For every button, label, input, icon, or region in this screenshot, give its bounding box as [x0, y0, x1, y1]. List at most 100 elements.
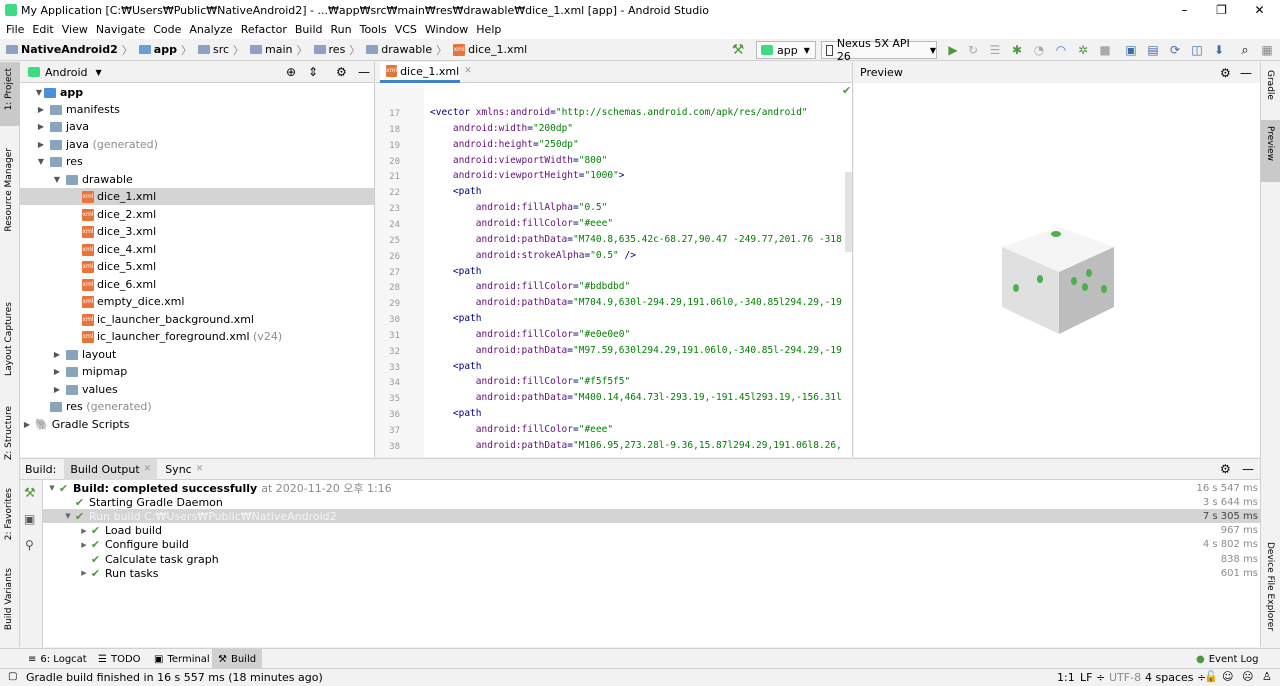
chevron-right-icon[interactable]: ▶	[79, 541, 89, 549]
menu-vcs[interactable]: VCS	[391, 23, 421, 36]
tree-item-ic-launcher-foreground[interactable]: xml ic_launcher_foreground.xml (v24)	[20, 328, 374, 345]
chevron-down-icon[interactable]: ▼	[47, 484, 57, 492]
settings-icon[interactable]: ▦	[1260, 41, 1274, 59]
close-tab-icon[interactable]: ✕	[464, 66, 472, 76]
apply-changes-icon[interactable]: ☰	[988, 41, 1002, 59]
tree-item-drawable[interactable]: ▼ drawable	[20, 171, 374, 188]
gear-icon[interactable]: ⚙	[1220, 462, 1231, 476]
avd-manager-icon[interactable]: ▤	[1146, 41, 1160, 59]
indent-setting[interactable]: 4 spaces ÷	[1145, 671, 1206, 684]
tree-item-dice-2[interactable]: xml dice_2.xml	[20, 206, 374, 223]
breadcrumb-res[interactable]: res 〉	[313, 42, 360, 58]
hide-panel-icon[interactable]: —	[358, 65, 370, 79]
menu-refactor[interactable]: Refactor	[237, 23, 291, 36]
tree-item-layout[interactable]: ▶ layout	[20, 346, 374, 363]
menu-analyze[interactable]: Analyze	[185, 23, 236, 36]
code-line[interactable]: android:pathData="M97.59,630l294.29,191.…	[430, 345, 842, 356]
rerun-icon[interactable]: ↻	[966, 41, 980, 59]
code-line[interactable]: android:fillAlpha="0.5"	[430, 202, 608, 213]
tab-build-output[interactable]: Build Output ✕	[64, 458, 158, 480]
file-encoding[interactable]: UTF-8	[1109, 671, 1141, 684]
tree-item-dice-6[interactable]: xml dice_6.xml	[20, 276, 374, 293]
device-monitor-icon[interactable]: ◫	[1190, 41, 1204, 59]
lock-icon[interactable]: 🔓	[1204, 670, 1218, 683]
close-tab-icon[interactable]: ✕	[196, 464, 204, 474]
build-output-row[interactable]: ▶ ✔ Configure build 4 s 802 ms	[43, 538, 1260, 552]
tree-item-gradle-scripts[interactable]: ▶ 🐘 Gradle Scripts	[20, 416, 374, 433]
code-line[interactable]: android:height="250dp"	[430, 139, 579, 150]
code-line[interactable]: android:strokeAlpha="0.5" />	[430, 250, 636, 261]
menu-window[interactable]: Window	[421, 23, 472, 36]
project-view-mode[interactable]: Android	[45, 66, 88, 79]
menu-run[interactable]: Run	[327, 23, 356, 36]
tab-sync[interactable]: Sync ✕	[165, 463, 203, 476]
build-output-row[interactable]: ✔ Calculate task graph 838 ms	[43, 552, 1260, 566]
code-line[interactable]: <path	[430, 361, 482, 372]
gear-icon[interactable]: ⚙	[1220, 66, 1231, 80]
breadcrumb-project[interactable]: NativeAndroid2 〉	[6, 42, 133, 58]
close-tab-icon[interactable]: ✕	[144, 464, 152, 474]
code-line[interactable]: android:pathData="M740.8,635.42c-68.27,9…	[430, 234, 842, 245]
tree-item-dice-1[interactable]: xml dice_1.xml	[20, 188, 374, 205]
favorites-tab[interactable]: 2: Favorites	[4, 488, 14, 540]
breadcrumb-file[interactable]: xml dice_1.xml	[453, 43, 527, 56]
tree-item-dice-3[interactable]: xml dice_3.xml	[20, 223, 374, 240]
code-line[interactable]: <path	[430, 313, 482, 324]
tab-todo[interactable]: ☰ TODO	[98, 649, 141, 669]
line-separator[interactable]: LF ÷	[1080, 671, 1105, 684]
build-hammer-icon[interactable]: ⚒	[24, 486, 36, 501]
make-project-hammer-icon[interactable]: ⚒	[730, 41, 746, 59]
pin-icon[interactable]: ⚲	[25, 538, 34, 552]
chevron-down-icon[interactable]: ▼	[96, 68, 102, 77]
breadcrumb-app[interactable]: app 〉	[138, 42, 192, 58]
tree-item-app[interactable]: ▼ app	[20, 84, 374, 101]
gradle-tab[interactable]: Gradle	[1265, 70, 1275, 100]
close-button[interactable]: ✕	[1241, 0, 1278, 20]
gear-icon[interactable]: ⚙	[336, 65, 347, 79]
coverage-icon[interactable]: ◔	[1032, 41, 1046, 59]
tree-item-dice-5[interactable]: xml dice_5.xml	[20, 258, 374, 275]
caret-position[interactable]: 1:1	[1057, 671, 1075, 684]
tree-item-ic-launcher-background[interactable]: xml ic_launcher_background.xml	[20, 311, 374, 328]
menu-file[interactable]: File	[2, 23, 28, 36]
code-line[interactable]: android:pathData="M106.95,273.28l-9.36,1…	[430, 440, 842, 451]
layout-captures-tab[interactable]: Layout Captures	[4, 302, 14, 376]
menu-edit[interactable]: Edit	[28, 23, 57, 36]
code-line[interactable]: android:viewportWidth="800"	[430, 155, 607, 166]
toggle-view-icon[interactable]: ▣	[24, 512, 35, 526]
chevron-right-icon[interactable]: ▶	[79, 527, 89, 535]
resource-manager-tab[interactable]: Resource Manager	[4, 148, 14, 232]
locate-file-icon[interactable]: ⊕	[286, 65, 296, 79]
build-output-row[interactable]: ▶ ✔ Load build 967 ms	[43, 524, 1260, 538]
code-line[interactable]: android:fillColor="#e0e0e0"	[430, 329, 630, 340]
tree-item-manifests[interactable]: ▶ manifests	[20, 101, 374, 118]
chevron-right-icon[interactable]: ▶	[79, 569, 89, 577]
project-structure-icon[interactable]: ▣	[1124, 41, 1138, 59]
build-output-row[interactable]: ▼ ✔ Build: completed successfully at 2020-1…	[43, 481, 1260, 496]
breadcrumb-main[interactable]: main 〉	[250, 42, 308, 58]
editor-scrollbar[interactable]	[845, 172, 852, 252]
code-line[interactable]: <vector xmlns:android="http://schemas.an…	[430, 107, 808, 118]
build-output-row[interactable]: ▶ ✔ Run tasks 601 ms	[43, 566, 1260, 580]
breadcrumb-src[interactable]: src 〉	[197, 42, 244, 58]
stop-icon[interactable]: ■	[1098, 41, 1112, 59]
search-icon[interactable]: ⌕	[1238, 41, 1252, 59]
tab-terminal[interactable]: ▣ Terminal	[154, 649, 210, 669]
tab-logcat[interactable]: ≡ 6: Logcat	[28, 649, 87, 669]
code-line[interactable]: android:fillColor="#f5f5f5"	[430, 376, 630, 387]
memory-indicator-icon[interactable]: ♙	[1262, 670, 1272, 683]
device-file-explorer-tab[interactable]: Device File Explorer	[1265, 542, 1275, 631]
event-log-button[interactable]: ● Event Log	[1196, 649, 1258, 669]
tree-item-dice-4[interactable]: xml dice_4.xml	[20, 241, 374, 258]
tree-item-res-generated[interactable]: res (generated)	[20, 398, 374, 415]
menu-help[interactable]: Help	[472, 23, 505, 36]
menu-code[interactable]: Code	[149, 23, 185, 36]
menu-build[interactable]: Build	[291, 23, 327, 36]
code-line[interactable]: <path	[430, 266, 482, 277]
project-tool-tab[interactable]: 1: Project	[0, 62, 20, 126]
code-line[interactable]: android:fillColor="#eee"	[430, 218, 613, 229]
preview-tool-tab[interactable]: Preview	[1261, 120, 1280, 182]
sync-gradle-icon[interactable]: ⟳	[1168, 41, 1182, 59]
tree-item-res[interactable]: ▼ res	[20, 153, 374, 170]
tree-item-java-generated[interactable]: ▶ java (generated)	[20, 136, 374, 153]
